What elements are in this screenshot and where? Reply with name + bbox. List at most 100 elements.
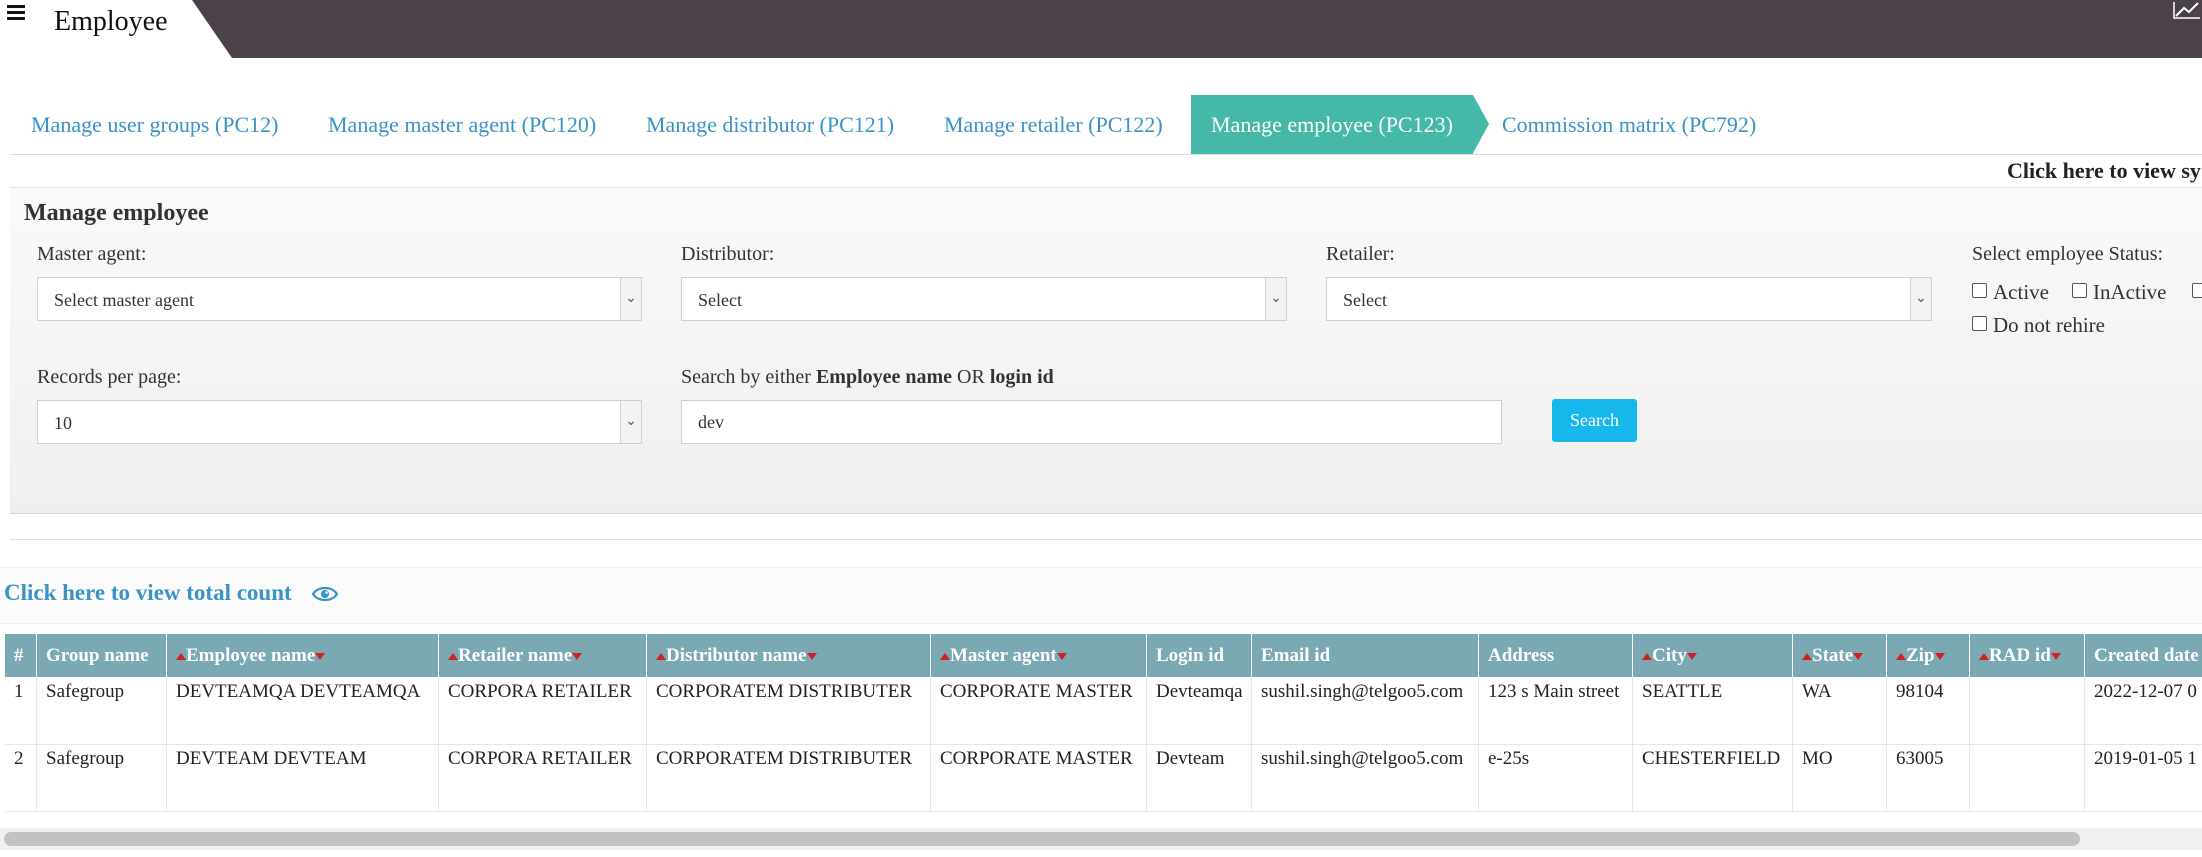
col-header-group-name: Group name [37,634,167,677]
sort-down-icon[interactable] [1686,653,1697,660]
tab-user-groups[interactable]: Manage user groups (PC12) [31,95,278,154]
status-extra-checkbox[interactable] [2192,280,2202,305]
sort-down-icon[interactable] [806,653,817,660]
view-total-count-link[interactable]: Click here to view total count [4,580,292,606]
cell-zip: 63005 [1887,744,1970,811]
chevron-down-icon: ⌄ [620,401,641,443]
col-header-distributor-name[interactable]: Distributor name [647,634,931,677]
search-label-prefix: Search by either [681,366,816,388]
sort-up-icon[interactable] [1979,653,1989,660]
col-header-created-date-label: Created date [2094,645,2199,666]
col-header-login-id: Login id [1147,634,1252,677]
search-button[interactable]: Search [1552,399,1637,442]
page-title: Employee [54,6,168,37]
col-header-master-agent-label: Master agent [950,645,1057,666]
search-label-login-id: login id [989,366,1054,388]
col-header-rad-id-label: RAD id [1989,645,2051,666]
cell-employee-name[interactable]: DEVTEAMQA DEVTEAMQA [167,677,439,744]
cell-created-date: 2022-12-07 0 [2094,681,2197,702]
col-header-retailer-name-label: Retailer name [458,645,573,666]
tab-employee[interactable]: Manage employee (PC123) [1191,95,1489,154]
sort-up-icon[interactable] [176,653,186,660]
tab-bar: Manage user groups (PC12) Manage master … [0,95,2202,155]
table-row[interactable]: 1 Safegroup DEVTEAMQA DEVTEAMQA CORPORA … [5,677,2202,745]
col-header-group-name-label: Group name [46,645,149,666]
status-active-label: Active [1993,280,2049,304]
search-label: Search by either Employee name OR login … [681,366,1054,389]
cell-city: SEATTLE [1633,677,1793,744]
sort-down-icon[interactable] [1056,653,1067,660]
distributor-select[interactable]: Select ⌄ [681,277,1287,321]
records-per-page-value: 10 [54,413,72,433]
tab-commission-matrix[interactable]: Commission matrix (PC792) [1502,95,1756,154]
cell-master-agent: CORPORATE MASTER [931,677,1147,744]
col-header-employee-name-label: Employee name [186,645,316,666]
retailer-select[interactable]: Select ⌄ [1326,277,1932,321]
cell-state: WA [1793,677,1887,744]
table-row[interactable]: 2 Safegroup DEVTEAM DEVTEAM CORPORA RETA… [5,744,2202,812]
chevron-down-icon: ⌄ [1265,278,1286,320]
cell-master-agent: CORPORATE MASTER [931,744,1147,811]
cell-group-name: Safegroup [37,744,167,811]
cell-retailer-name: CORPORA RETAILER [439,677,647,744]
sort-up-icon[interactable] [1896,653,1906,660]
col-header-city-label: City [1652,645,1687,666]
sort-down-icon[interactable] [572,653,583,660]
col-header-zip[interactable]: Zip [1887,634,1970,677]
sort-down-icon[interactable] [1853,653,1864,660]
sort-up-icon[interactable] [1642,653,1652,660]
sort-up-icon[interactable] [448,653,458,660]
horizontal-scrollbar-thumb[interactable] [4,832,2080,846]
retailer-value: Select [1343,290,1387,310]
col-header-rad-id[interactable]: RAD id [1970,634,2085,677]
tab-master-agent[interactable]: Manage master agent (PC120) [328,95,596,154]
tab-distributor[interactable]: Manage distributor (PC121) [646,95,894,154]
chevron-down-icon: ⌄ [1910,278,1931,320]
col-header-retailer-name[interactable]: Retailer name [439,634,647,677]
tab-retailer[interactable]: Manage retailer (PC122) [944,95,1163,154]
master-agent-label: Master agent: [37,243,147,265]
cell-retailer-name: CORPORA RETAILER [439,744,647,811]
sort-down-icon[interactable] [2050,653,2061,660]
sort-down-icon[interactable] [315,653,326,660]
panel-title: Manage employee [24,200,209,226]
master-agent-select[interactable]: Select master agent ⌄ [37,277,642,321]
cell-login-id: Devteam [1147,744,1252,811]
status-do-not-rehire-checkbox[interactable]: Do not rehire [1972,313,2105,338]
col-header-master-agent[interactable]: Master agent [931,634,1147,677]
records-per-page-label: Records per page: [37,366,182,388]
view-system-link[interactable]: Click here to view sy [2007,158,2201,184]
col-header-distributor-name-label: Distributor name [666,645,807,666]
cell-address: 123 s Main street [1479,677,1633,744]
cell-employee-name[interactable]: DEVTEAM DEVTEAM [167,744,439,811]
col-header-login-id-label: Login id [1156,645,1225,666]
col-header-address-label: Address [1488,645,1555,666]
hamburger-menu-icon[interactable] [7,5,25,21]
line-chart-icon[interactable] [2172,0,2202,20]
col-header-email-id-label: Email id [1261,645,1331,666]
search-input-value: dev [698,412,724,432]
cell-distributor-name: CORPORATEM DISTRIBUTER [647,677,931,744]
col-header-employee-name[interactable]: Employee name [167,634,439,677]
cell-created-date: 2019-01-05 1 [2094,748,2197,769]
distributor-label: Distributor: [681,243,775,265]
search-label-employee-name: Employee name [815,366,953,388]
cell-rad-id [1970,744,2085,811]
col-header-state[interactable]: State [1793,634,1887,677]
cell-email-id: sushil.singh@telgoo5.com [1252,744,1479,811]
eye-icon[interactable] [312,585,338,603]
status-active-checkbox[interactable]: Active [1972,280,2049,305]
col-header-city[interactable]: City [1633,634,1793,677]
retailer-label: Retailer: [1326,243,1395,265]
sort-down-icon[interactable] [1934,653,1945,660]
col-header-index: # [5,634,37,677]
top-bar [0,0,2202,58]
cell-index: 2 [5,744,37,811]
sort-up-icon[interactable] [656,653,666,660]
records-per-page-select[interactable]: 10 ⌄ [37,400,642,444]
status-label: Select employee Status: [1972,243,2164,265]
search-input[interactable]: dev [681,400,1502,444]
status-inactive-checkbox[interactable]: InActive [2072,280,2166,305]
sort-up-icon[interactable] [940,653,950,660]
sort-up-icon[interactable] [1802,653,1812,660]
